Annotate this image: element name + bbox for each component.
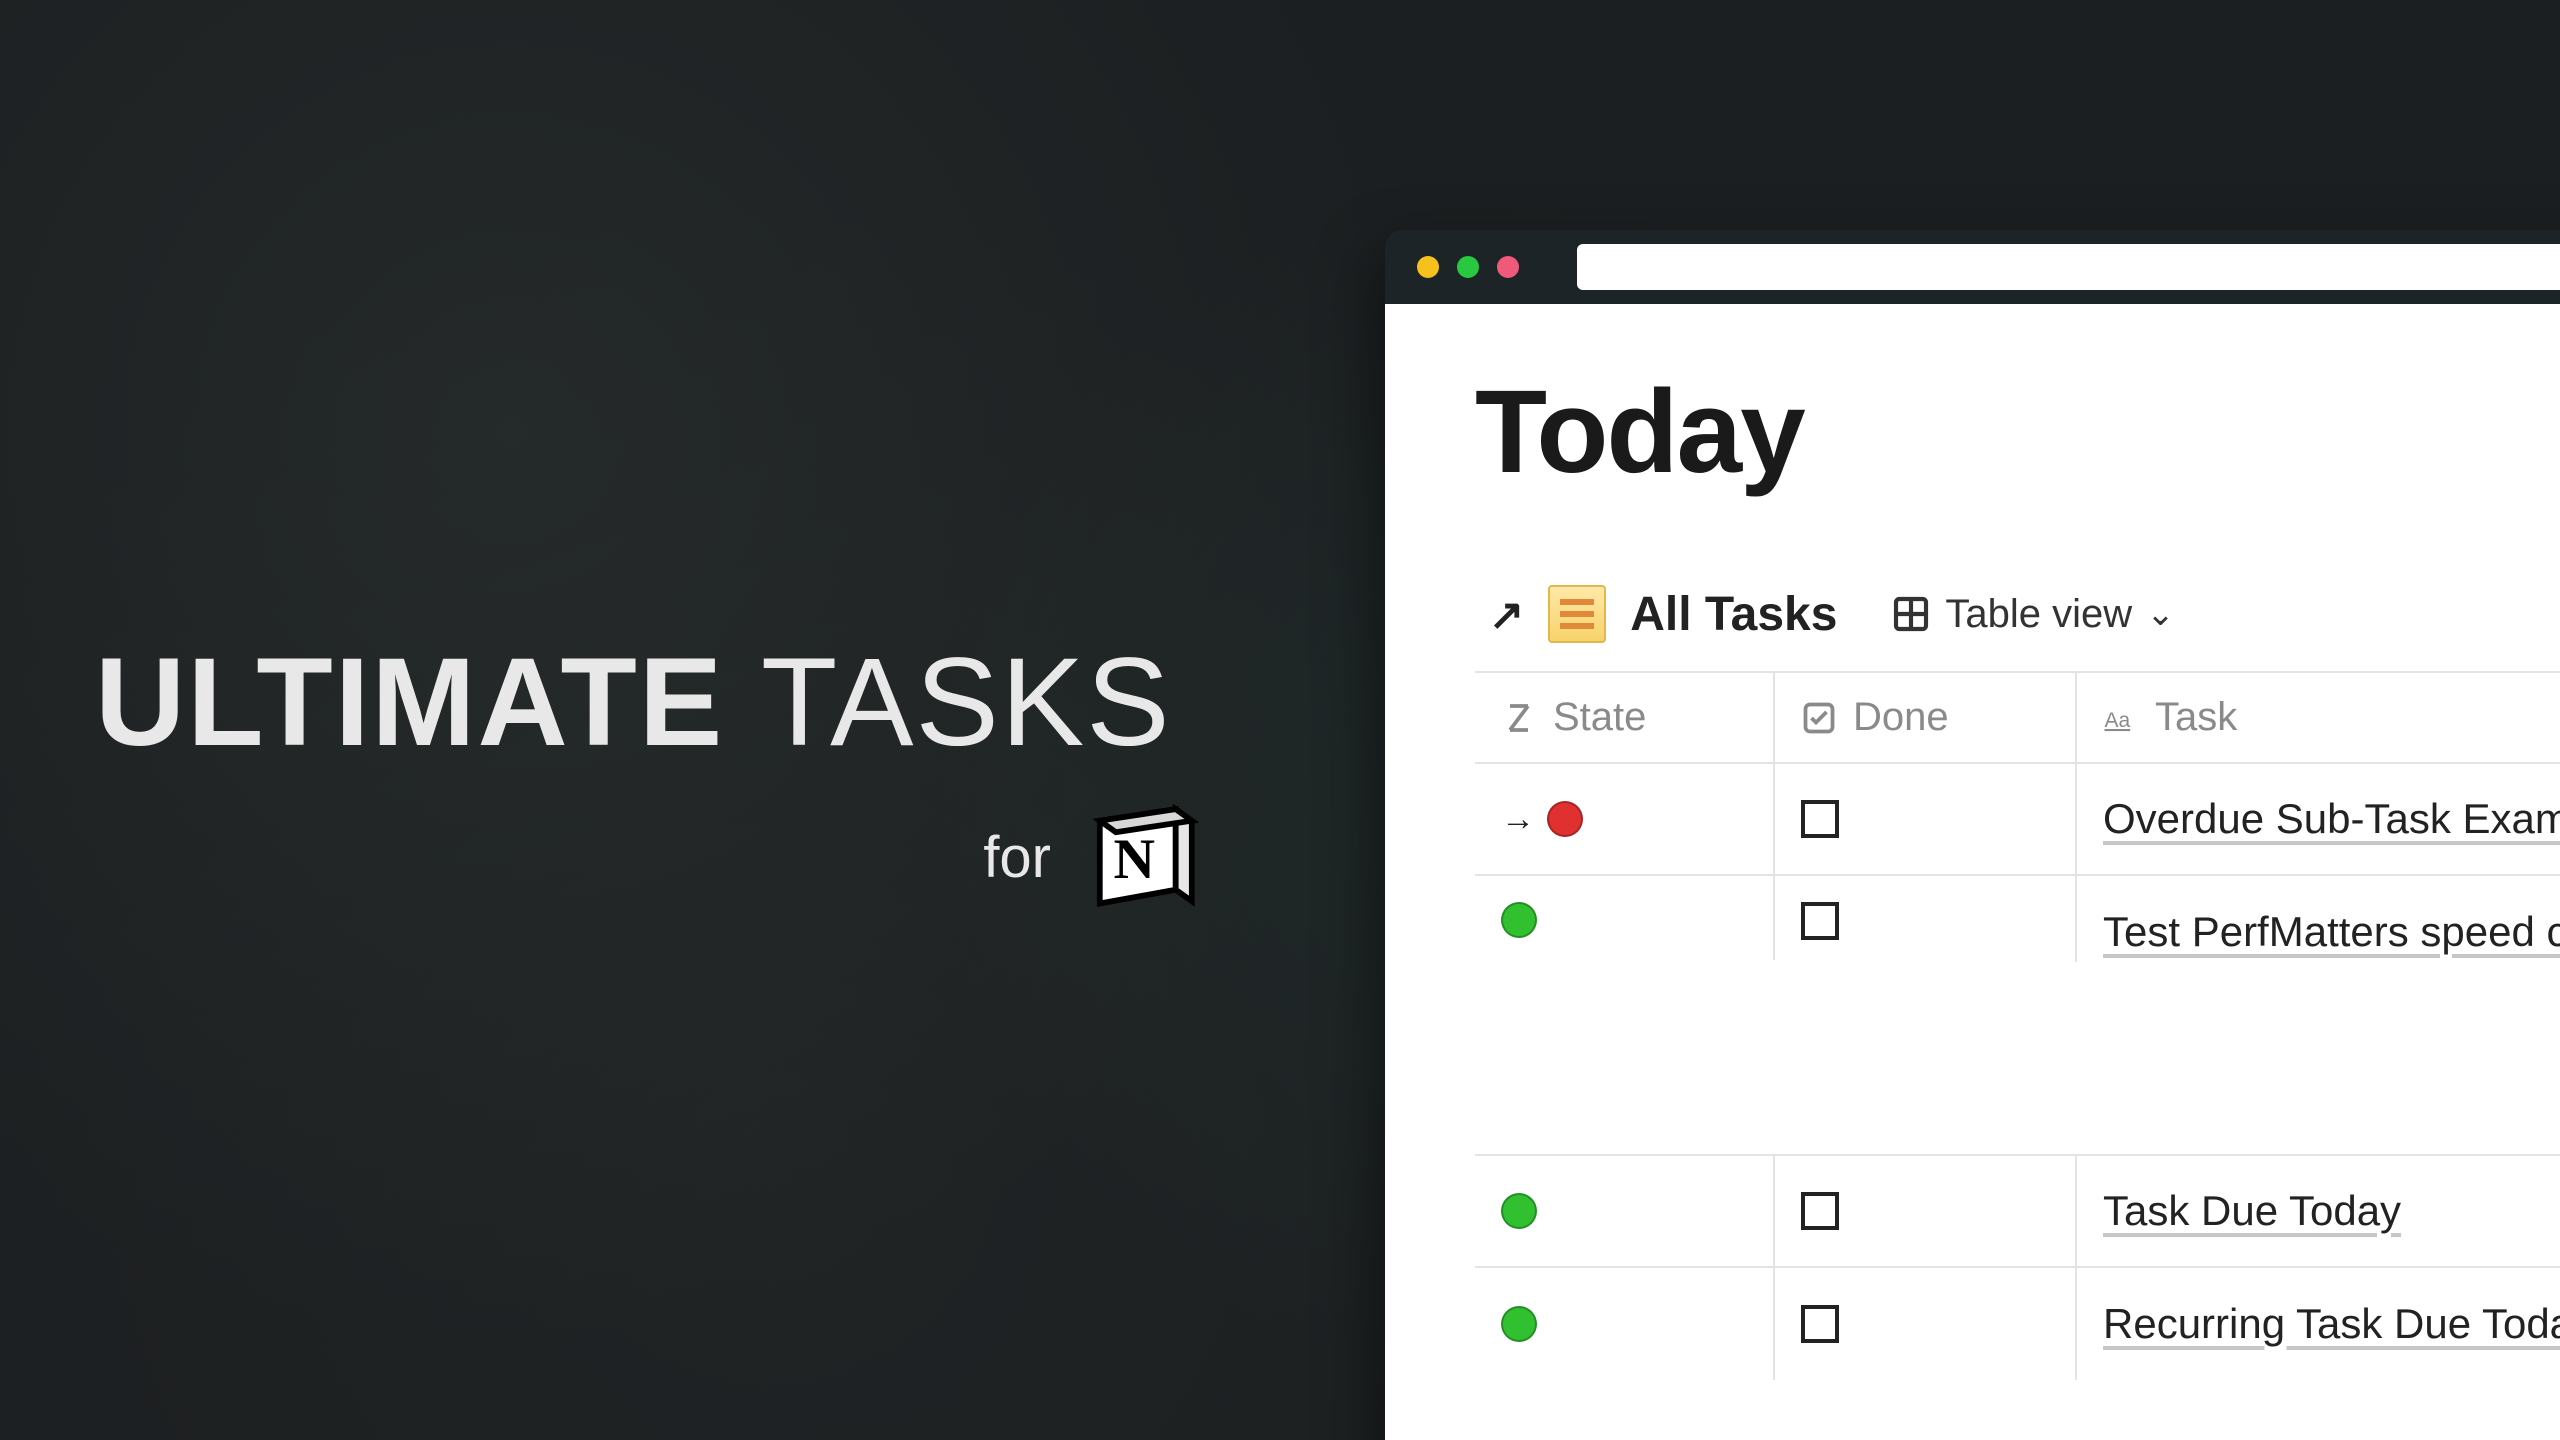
notion-logo-icon: N <box>1086 800 1201 915</box>
task-title[interactable]: Recurring Task Due Toda <box>2103 1294 2560 1355</box>
traffic-light-pink-icon[interactable] <box>1497 256 1519 278</box>
table-header-row: State Done Aa Task <box>1475 673 2560 764</box>
task-title[interactable]: Test PerfMatters speed changes <box>2103 902 2560 963</box>
state-dot-green-icon <box>1501 902 1537 938</box>
svg-text:Aa: Aa <box>2105 709 2131 732</box>
formula-icon <box>1501 700 1537 736</box>
tasks-table: State Done Aa Task → <box>1475 671 2560 1380</box>
cell-state <box>1475 1268 1775 1380</box>
notion-page: Today ↗ All Tasks Table view ⌄ State Don… <box>1385 304 2560 1440</box>
view-switcher[interactable]: Table view ⌄ <box>1891 592 2174 637</box>
database-view-header: ↗ All Tasks Table view ⌄ <box>1475 585 2560 643</box>
done-checkbox[interactable] <box>1801 1305 1839 1343</box>
cell-task: Task Due Today <box>2077 1156 2560 1266</box>
table-row[interactable]: Recurring Task Due Toda <box>1475 1268 2560 1380</box>
cell-state: → <box>1475 764 1775 874</box>
task-title[interactable]: Overdue Sub-Task Exam <box>2103 789 2560 850</box>
cell-state <box>1475 1156 1775 1266</box>
promo-title: ULTIMATE TASKS <box>95 640 1207 765</box>
open-as-page-icon[interactable]: ↗ <box>1489 590 1524 639</box>
cell-done <box>1775 1156 2077 1266</box>
cell-done <box>1775 876 2077 962</box>
page-title: Today <box>1475 364 2560 500</box>
promo-title-light: TASKS <box>761 633 1172 772</box>
window-titlebar <box>1385 230 2560 304</box>
table-row[interactable]: Task Due Today <box>1475 1156 2560 1268</box>
state-dot-red-icon <box>1547 801 1583 837</box>
cell-task: Test PerfMatters speed changes <box>2077 876 2560 985</box>
column-header-done-label: Done <box>1853 695 1949 740</box>
table-row[interactable]: Test PerfMatters speed changes <box>1475 876 2560 1156</box>
column-header-state-label: State <box>1553 695 1646 740</box>
database-name[interactable]: All Tasks <box>1630 587 1837 642</box>
cell-done <box>1775 1268 2077 1380</box>
done-checkbox[interactable] <box>1801 800 1839 838</box>
text-icon: Aa <box>2103 700 2139 736</box>
done-checkbox[interactable] <box>1801 1192 1839 1230</box>
promo-subline: for N <box>95 800 1207 915</box>
chevron-down-icon: ⌄ <box>2146 594 2175 634</box>
state-dot-green-icon <box>1501 1193 1537 1229</box>
column-header-done[interactable]: Done <box>1775 673 2077 762</box>
cell-state <box>1475 876 1775 960</box>
cell-task: Recurring Task Due Toda <box>2077 1268 2560 1380</box>
promo-title-bold: ULTIMATE <box>95 633 724 772</box>
state-dot-green-icon <box>1501 1306 1537 1342</box>
cell-task: Overdue Sub-Task Exam <box>2077 764 2560 874</box>
table-row[interactable]: → Overdue Sub-Task Exam <box>1475 764 2560 876</box>
promo-block: ULTIMATE TASKS for N <box>95 640 1207 915</box>
task-title[interactable]: Task Due Today <box>2103 1181 2401 1242</box>
traffic-light-green-icon[interactable] <box>1457 256 1479 278</box>
promo-for-label: for <box>983 824 1051 891</box>
done-checkbox[interactable] <box>1801 902 1839 940</box>
cell-done <box>1775 764 2077 874</box>
address-bar[interactable] <box>1577 244 2560 290</box>
column-header-task-label: Task <box>2155 695 2237 740</box>
column-header-state[interactable]: State <box>1475 673 1775 762</box>
table-icon <box>1891 594 1931 634</box>
column-header-task[interactable]: Aa Task <box>2077 673 2560 762</box>
scroll-icon <box>1548 585 1606 643</box>
svg-text:N: N <box>1114 828 1156 891</box>
checkbox-icon <box>1801 700 1837 736</box>
app-window: Today ↗ All Tasks Table view ⌄ State Don… <box>1385 230 2560 1440</box>
subtask-arrow-icon: → <box>1501 800 1535 839</box>
traffic-light-yellow-icon[interactable] <box>1417 256 1439 278</box>
view-mode-label: Table view <box>1945 592 2132 637</box>
